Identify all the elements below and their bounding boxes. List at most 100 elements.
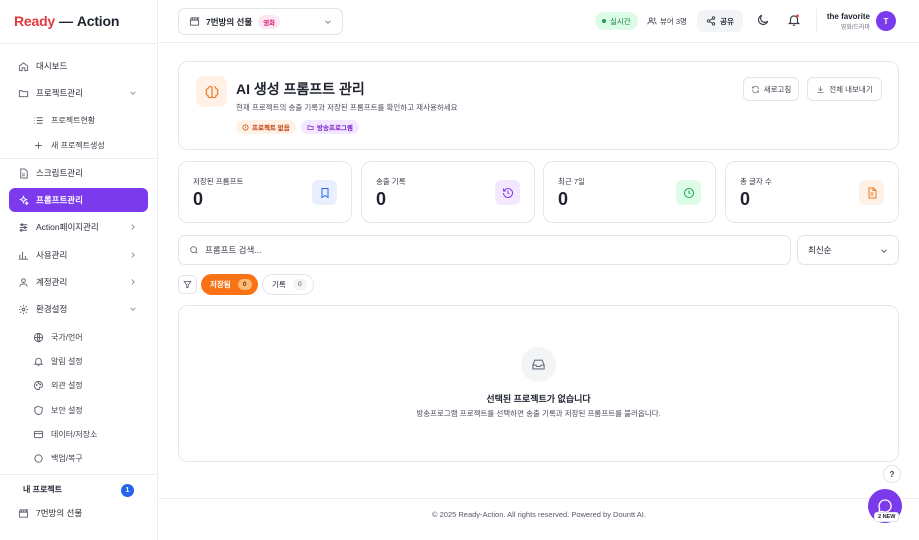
document-icon bbox=[18, 167, 29, 179]
sidebar-item-script-management[interactable]: 스크립트관리 bbox=[9, 161, 148, 185]
sidebar-item-project-management[interactable]: 프로젝트관리 bbox=[9, 81, 148, 105]
sort-selected-value: 최신순 bbox=[808, 245, 832, 255]
sidebar-item-prompt-management[interactable]: 프롬프트관리 bbox=[9, 188, 148, 212]
refresh-label: 새로고침 bbox=[763, 84, 792, 94]
page-subtitle: 현재 프로젝트의 송출 기록과 저장된 프롬프트를 확인하고 재사용하세요 bbox=[236, 103, 458, 112]
stat-label: 저장된 프롬프트 bbox=[193, 177, 244, 186]
tab-label: 기록 bbox=[272, 280, 286, 289]
stat-value: 0 bbox=[376, 189, 387, 209]
sidebar-item-my-project[interactable]: 7번방의 선물 bbox=[9, 501, 148, 525]
user-name[interactable]: the favorite bbox=[819, 12, 870, 21]
export-all-button[interactable]: 전체 내보내기 bbox=[807, 77, 882, 101]
sparkle-icon bbox=[18, 194, 29, 206]
clapper-icon bbox=[189, 16, 200, 27]
search-input[interactable] bbox=[205, 245, 765, 255]
sidebar-item-account[interactable]: 계정관리 bbox=[9, 270, 148, 294]
sidebar-item-label: 스크립트관리 bbox=[36, 168, 83, 178]
sidebar-divider bbox=[0, 43, 158, 44]
plus-icon bbox=[33, 140, 44, 151]
empty-state-title: 선택된 프로젝트가 없습니다 bbox=[486, 394, 591, 404]
clapper-icon bbox=[18, 508, 29, 519]
export-label: 전체 내보내기 bbox=[829, 84, 873, 94]
chevron-down-icon bbox=[323, 17, 333, 27]
sliders-icon bbox=[18, 222, 29, 233]
search-bar bbox=[178, 235, 791, 265]
share-label: 공유 bbox=[720, 16, 734, 26]
tab-history[interactable]: 기록 0 bbox=[262, 274, 314, 295]
sidebar: Ready — Action 대시보드 프로젝트관리 프로젝트현황 새 프로젝트생성… bbox=[0, 0, 158, 540]
chevron-down-icon bbox=[128, 304, 138, 314]
moon-icon bbox=[756, 13, 770, 27]
project-selector[interactable]: 7번방의 선물 영화 bbox=[178, 8, 343, 35]
page-title: AI 생성 프롬프트 관리 bbox=[236, 81, 365, 97]
chat-new-badge: 2 NEW bbox=[874, 512, 900, 522]
empty-state-panel: 선택된 프로젝트가 없습니다 방송프로그램 프로젝트를 선택하면 송출 기록과 … bbox=[178, 305, 899, 462]
dark-mode-toggle[interactable] bbox=[756, 13, 770, 27]
sidebar-item-label: 보안 설정 bbox=[51, 405, 83, 415]
sidebar-item-label: 백업/복구 bbox=[51, 453, 83, 463]
live-label: 실시간 bbox=[610, 16, 631, 26]
brand-dash: — bbox=[59, 13, 73, 29]
sidebar-item-label: 외관 설정 bbox=[51, 380, 83, 390]
sidebar-item-security-settings[interactable]: 보안 설정 bbox=[24, 398, 148, 422]
file-icon bbox=[859, 180, 884, 205]
sidebar-item-label: 계정관리 bbox=[36, 277, 68, 287]
history-icon bbox=[495, 180, 520, 205]
bell-icon bbox=[787, 13, 801, 27]
share-button[interactable]: 공유 bbox=[697, 10, 743, 32]
palette-icon bbox=[33, 380, 44, 391]
tab-count-badge: 0 bbox=[237, 279, 252, 290]
refresh-button[interactable]: 새로고침 bbox=[743, 77, 799, 101]
sidebar-divider bbox=[0, 474, 158, 475]
no-project-tag: 프로젝트 없음 bbox=[236, 120, 296, 134]
notifications-button[interactable] bbox=[787, 13, 801, 27]
stat-card-saved-prompts: 저장된 프롬프트 0 bbox=[178, 161, 352, 223]
clock-icon bbox=[676, 180, 701, 205]
user-separator bbox=[816, 9, 817, 33]
chevron-down-icon bbox=[879, 246, 889, 256]
tag-label: 방송프로그램 bbox=[317, 125, 353, 132]
search-icon bbox=[189, 245, 199, 255]
sidebar-item-project-status[interactable]: 프로젝트현황 bbox=[24, 108, 148, 132]
brand-ready: Ready bbox=[14, 13, 56, 29]
chevron-right-icon bbox=[128, 277, 138, 287]
sidebar-item-settings[interactable]: 환경설정 bbox=[9, 297, 148, 321]
list-icon bbox=[33, 115, 44, 126]
help-button[interactable]: ? bbox=[883, 465, 901, 483]
stat-label: 송출 기록 bbox=[376, 177, 406, 186]
download-icon bbox=[816, 85, 825, 94]
viewer-count-label: 뷰어 3명 bbox=[660, 16, 687, 26]
chevron-right-icon bbox=[128, 250, 138, 260]
filter-icon bbox=[183, 280, 192, 289]
sidebar-item-appearance-settings[interactable]: 외관 설정 bbox=[24, 373, 148, 397]
tab-saved[interactable]: 저장됨 0 bbox=[201, 274, 258, 295]
avatar[interactable]: T bbox=[876, 11, 896, 31]
sidebar-item-new-project[interactable]: 새 프로젝트생성 bbox=[24, 133, 148, 157]
sidebar-item-label: 7번방의 선물 bbox=[36, 508, 83, 518]
sidebar-item-action-page[interactable]: Action페이지관리 bbox=[9, 215, 148, 239]
sidebar-item-notification-settings[interactable]: 알림 설정 bbox=[24, 349, 148, 373]
live-status-badge: 실시간 bbox=[595, 12, 638, 30]
tab-count-badge: 0 bbox=[292, 279, 307, 290]
filter-button[interactable] bbox=[178, 275, 197, 294]
sidebar-item-label: Action페이지관리 bbox=[36, 222, 99, 232]
sidebar-item-label: 알림 설정 bbox=[51, 356, 83, 366]
stat-card-last-7-days: 최근 7일 0 bbox=[543, 161, 716, 223]
share-icon bbox=[706, 16, 716, 26]
sidebar-item-data-storage[interactable]: 데이터/저장소 bbox=[24, 422, 148, 446]
sort-select[interactable]: 최신순 bbox=[797, 235, 899, 265]
chevron-down-icon bbox=[128, 88, 138, 98]
stat-label: 총 글자 수 bbox=[740, 177, 772, 186]
folder-icon bbox=[307, 124, 314, 131]
sidebar-item-dashboard[interactable]: 대시보드 bbox=[9, 54, 148, 78]
footer-divider bbox=[159, 498, 919, 499]
brand-logo[interactable]: Ready — Action bbox=[14, 13, 119, 29]
folder-icon bbox=[18, 88, 29, 99]
sidebar-item-label: 새 프로젝트생성 bbox=[51, 140, 105, 150]
sidebar-item-country-language[interactable]: 국가/언어 bbox=[24, 325, 148, 349]
stat-label: 최근 7일 bbox=[558, 177, 585, 186]
database-icon bbox=[33, 429, 44, 440]
sidebar-item-backup-restore[interactable]: 백업/복구 bbox=[24, 446, 148, 470]
sidebar-item-usage[interactable]: 사용관리 bbox=[9, 243, 148, 267]
viewer-count[interactable]: 뷰어 3명 bbox=[647, 12, 687, 30]
